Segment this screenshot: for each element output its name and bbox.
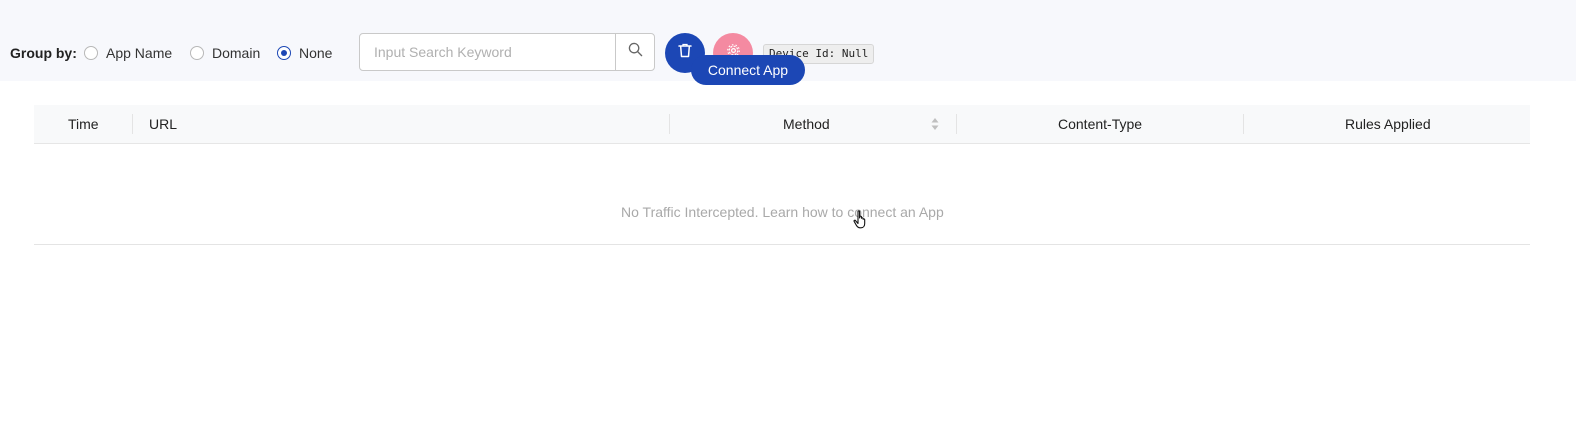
radio-none[interactable]: None [277, 44, 332, 62]
empty-state-link[interactable]: No Traffic Intercepted. Learn how to con… [621, 203, 944, 221]
radio-label-app-name: App Name [106, 45, 173, 61]
search-input[interactable] [360, 34, 615, 70]
hand-pointer-icon [853, 210, 869, 235]
column-header-url[interactable]: URL [149, 105, 177, 143]
trash-icon [678, 43, 692, 63]
search-button[interactable] [615, 34, 654, 70]
radio-label-none: None [299, 45, 333, 61]
column-divider [956, 114, 957, 134]
column-header-content-type[interactable]: Content-Type [1058, 105, 1142, 143]
connect-app-button[interactable]: Connect App [691, 55, 805, 85]
radio-app-name[interactable]: App Name [84, 44, 172, 62]
search-box [359, 33, 655, 71]
search-icon [628, 42, 643, 62]
column-header-method[interactable]: Method [783, 105, 830, 143]
radio-domain[interactable]: Domain [190, 44, 260, 62]
table-empty-state [34, 144, 1530, 245]
radio-circle[interactable] [190, 46, 204, 60]
sort-icon[interactable] [931, 117, 939, 134]
radio-circle-checked[interactable] [277, 46, 291, 60]
column-divider [132, 114, 133, 134]
column-header-rules-applied[interactable]: Rules Applied [1345, 105, 1431, 143]
column-header-time[interactable]: Time [68, 105, 99, 143]
group-by-label: Group by: [10, 45, 77, 61]
column-divider [669, 114, 670, 134]
table-header: Time URL Method Content-Type Rules Appli… [34, 105, 1530, 144]
radio-circle[interactable] [84, 46, 98, 60]
radio-label-domain: Domain [212, 45, 261, 61]
column-divider [1243, 114, 1244, 134]
traffic-table: Time URL Method Content-Type Rules Appli… [34, 105, 1530, 245]
